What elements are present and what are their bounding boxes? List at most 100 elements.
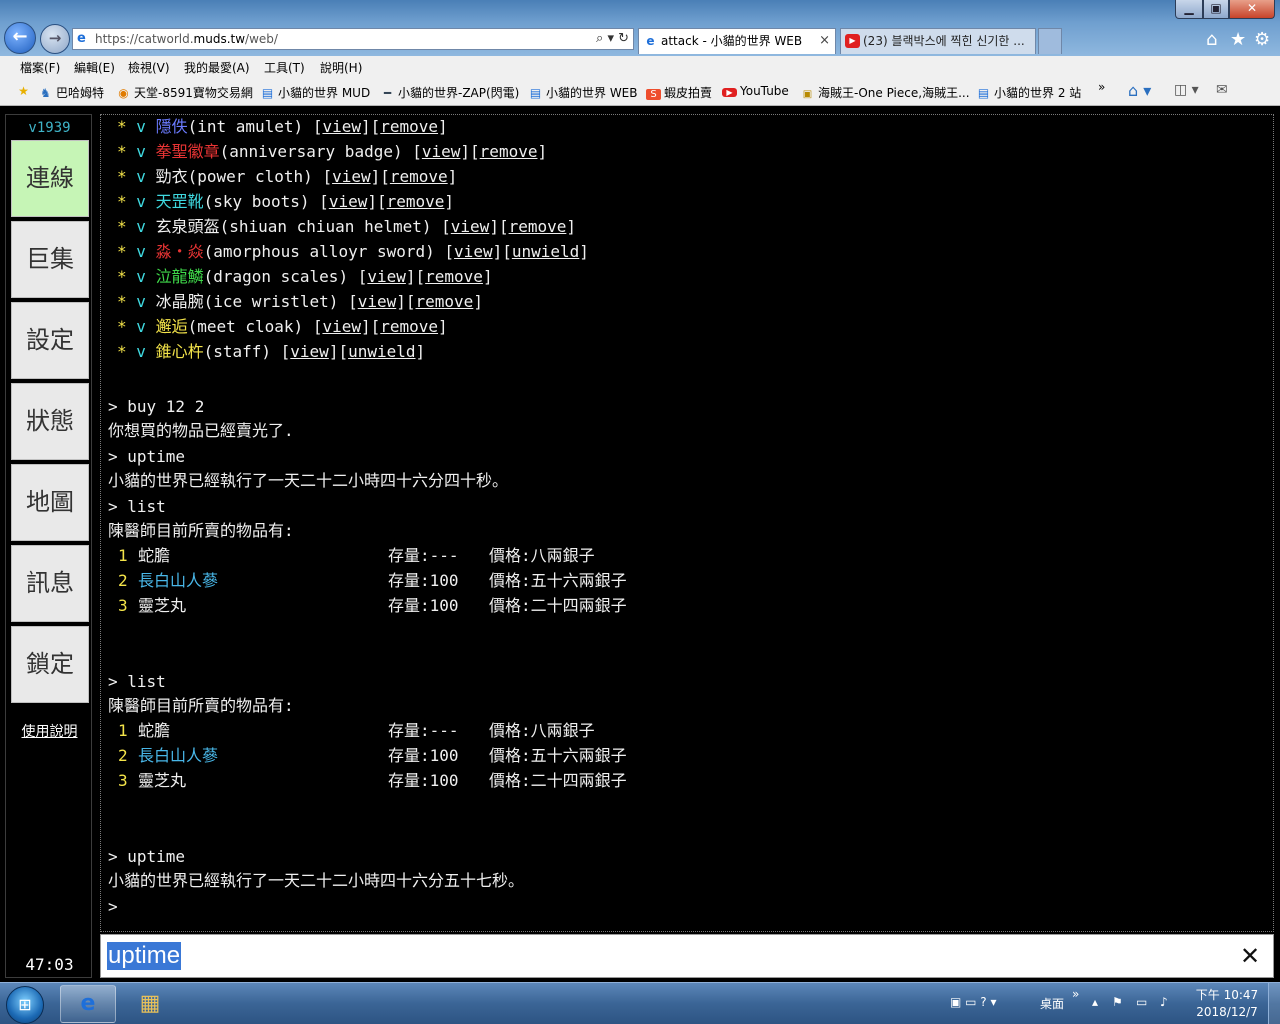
maximize-button[interactable]: ▣: [1203, 0, 1229, 19]
fav-catworld-zap[interactable]: ━ 小貓的世界-ZAP(閃電): [380, 84, 520, 101]
equipment-row: * v 淼・焱(amorphous alloyr sword) [view][u…: [117, 242, 589, 261]
home-icon[interactable]: ⌂: [1206, 29, 1217, 50]
shop-item-price: 價格:八兩銀子: [489, 721, 595, 740]
mail-icon[interactable]: ✉: [1216, 82, 1228, 98]
tab-youtube[interactable]: ▶ (23) 블랙박스에 찍힌 신기한 ...: [840, 28, 1036, 54]
menu-favorites[interactable]: 我的最愛(A): [184, 59, 250, 76]
equip-view-link[interactable]: view: [290, 342, 329, 361]
equip-view-link[interactable]: view: [358, 292, 397, 311]
show-desktop-button[interactable]: [1268, 983, 1280, 1024]
equip-action-link[interactable]: remove: [480, 142, 538, 161]
show-hidden-icons[interactable]: ▴: [1092, 995, 1098, 1009]
equip-action-link[interactable]: remove: [387, 192, 445, 211]
equip-view-link[interactable]: view: [367, 267, 406, 286]
log-command: > uptime: [108, 447, 186, 466]
taskbar-ie-button[interactable]: e: [60, 985, 116, 1023]
forward-button[interactable]: →: [40, 24, 70, 54]
equip-action-link[interactable]: unwield: [512, 242, 579, 261]
network-icon[interactable]: ▭: [1136, 995, 1147, 1009]
equip-desc: (amorphous alloyr sword): [203, 242, 445, 261]
menu-edit[interactable]: 編輯(E): [74, 59, 115, 76]
fav-catworld-web[interactable]: ▤ 小貓的世界 WEB: [528, 84, 638, 101]
equip-desc: (dragon scales): [203, 267, 358, 286]
equip-action-link[interactable]: remove: [416, 292, 474, 311]
equip-view-link[interactable]: view: [454, 242, 493, 261]
action-center-flag-icon[interactable]: ⚑: [1112, 995, 1123, 1009]
connect-button[interactable]: 連線: [11, 140, 89, 217]
onepiece-icon: ▣: [802, 89, 813, 100]
fav-8591[interactable]: ◉ 天堂-8591寶物交易網: [116, 84, 253, 101]
equipment-row: * v 隱佚(int amulet) [view][remove]: [117, 117, 448, 136]
menu-tools[interactable]: 工具(T): [264, 59, 305, 76]
lock-button[interactable]: 鎖定: [11, 626, 89, 703]
home-toolbar-icon[interactable]: ⌂ ▾: [1128, 81, 1151, 100]
fav-bahamut[interactable]: ♞ 巴哈姆特: [38, 84, 104, 101]
tab-close-icon[interactable]: ×: [819, 29, 830, 53]
address-tools-icons[interactable]: ⌕ ▾ ↻: [596, 29, 629, 49]
back-button[interactable]: ←: [4, 22, 36, 54]
equip-action-link[interactable]: unwield: [348, 342, 415, 361]
equip-desc: (shiuan chiuan helmet): [219, 217, 442, 236]
equip-view-link[interactable]: view: [422, 142, 461, 161]
equip-view-link[interactable]: view: [451, 217, 490, 236]
equipment-row: * v 冰晶腕(ice wristlet) [view][remove]: [117, 292, 483, 311]
clear-input-button[interactable]: ✕: [1237, 943, 1263, 969]
mud-app: v1939 連線 巨集 設定 狀態 地圖 訊息 鎖定 使用說明 47:03 * …: [0, 106, 1280, 982]
page-icon: ▤: [261, 86, 274, 100]
shop-item-price: 價格:五十六兩銀子: [489, 571, 627, 590]
equip-name: 天罡靴: [155, 192, 204, 211]
macro-button[interactable]: 巨集: [11, 221, 89, 298]
equip-view-link[interactable]: view: [322, 117, 361, 136]
favorites-more-icon[interactable]: »: [1098, 80, 1105, 94]
menu-view[interactable]: 檢視(V): [128, 59, 170, 76]
equip-name: 隱佚: [155, 117, 188, 136]
equipment-row: * v 天罡靴(sky boots) [view][remove]: [117, 192, 455, 211]
address-bar[interactable]: e https://catworld.muds.tw/web/ ⌕ ▾ ↻: [72, 28, 634, 50]
equip-action-link[interactable]: remove: [380, 117, 438, 136]
help-link[interactable]: 使用說明: [6, 721, 93, 741]
minimize-button[interactable]: ▁: [1175, 0, 1203, 19]
fav-youtube[interactable]: ▶ YouTube: [722, 84, 789, 98]
equip-action-link[interactable]: remove: [509, 217, 567, 236]
tray-icons[interactable]: ▣ ▭ ? ▾: [950, 995, 997, 1009]
equip-check-icon: v: [136, 292, 146, 311]
fav-shopee[interactable]: S 蝦皮拍賣: [646, 84, 712, 101]
shop-item-stock: 存量:100: [388, 596, 459, 615]
menu-bar: 檔案(F) 編輯(E) 檢視(V) 我的最愛(A) 工具(T) 說明(H): [0, 56, 1280, 78]
toolbar-more-icon[interactable]: »: [1072, 987, 1079, 1001]
log-command: > list: [108, 672, 166, 691]
map-button[interactable]: 地圖: [11, 464, 89, 541]
menu-file[interactable]: 檔案(F): [20, 59, 60, 76]
shop-item-name: 蛇膽: [138, 546, 171, 565]
fav-catworld-mud[interactable]: ▤ 小貓的世界 MUD: [260, 84, 370, 101]
equip-action-link[interactable]: remove: [425, 267, 483, 286]
desktop-toolbar-label[interactable]: 桌面: [1040, 995, 1064, 1012]
shop-item-name: 長白山人蔘: [138, 746, 219, 765]
fav-onepiece[interactable]: ▣ 海賊王-One Piece,海賊王...: [800, 84, 970, 101]
fav-catworld-2[interactable]: ▤ 小貓的世界 2 站: [976, 84, 1081, 101]
equip-action-link[interactable]: remove: [380, 317, 438, 336]
system-clock[interactable]: 下午 10:47 2018/12/7: [1192, 987, 1262, 1021]
taskbar-explorer-button[interactable]: ▦: [122, 985, 178, 1023]
settings-gear-icon[interactable]: ⚙: [1254, 29, 1270, 50]
equip-name: 錐心杵: [155, 342, 204, 361]
favorites-add-icon[interactable]: ★: [16, 84, 34, 98]
settings-button[interactable]: 設定: [11, 302, 89, 379]
menu-help[interactable]: 說明(H): [320, 59, 362, 76]
message-button[interactable]: 訊息: [11, 545, 89, 622]
windows-logo-icon: ⊞: [18, 995, 32, 1014]
log-message: 你想買的物品已經賣光了.: [108, 421, 294, 440]
tab-catworld[interactable]: e attack - 小貓的世界 WEB ×: [638, 28, 836, 54]
close-window-button[interactable]: ✕: [1229, 0, 1275, 19]
status-button[interactable]: 狀態: [11, 383, 89, 460]
rss-feed-icon[interactable]: ◫ ▾: [1174, 82, 1199, 98]
command-input[interactable]: uptime: [107, 942, 182, 970]
favorites-star-icon[interactable]: ★: [1230, 29, 1246, 50]
equip-view-link[interactable]: view: [322, 317, 361, 336]
new-tab-button[interactable]: [1038, 28, 1062, 54]
volume-icon[interactable]: ♪: [1160, 995, 1168, 1009]
start-button[interactable]: ⊞: [6, 986, 44, 1024]
equip-action-link[interactable]: remove: [390, 167, 448, 186]
equip-view-link[interactable]: view: [332, 167, 371, 186]
equip-view-link[interactable]: view: [329, 192, 368, 211]
